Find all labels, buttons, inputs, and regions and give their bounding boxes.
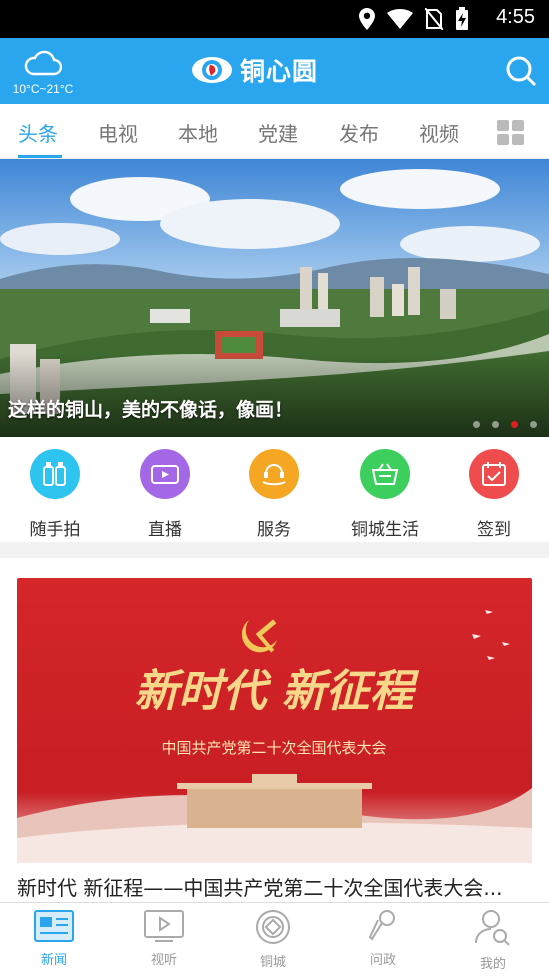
app-header: 10°C~21°C 铜心圆 <box>0 38 549 104</box>
carousel-dot-active[interactable] <box>511 421 518 428</box>
quick-action-service[interactable]: 服务 <box>229 449 319 540</box>
quick-action-label: 直播 <box>148 520 182 540</box>
party-congress-poster: 新时代 新征程 中国共产党第二十次全国代表大会 <box>17 578 532 863</box>
quick-action-snapshot[interactable]: 随手拍 <box>10 449 100 540</box>
status-bar: 4:55 <box>0 0 549 38</box>
nav-label: 视听 <box>150 953 177 968</box>
tab-headlines[interactable]: 头条 <box>18 118 58 147</box>
calendar-check-icon <box>469 449 519 499</box>
nav-media[interactable]: 视听 <box>124 909 204 968</box>
poster-headline: 新时代 新征程 <box>134 666 419 717</box>
quick-action-label: 随手拍 <box>29 520 81 540</box>
section-divider <box>0 542 549 558</box>
channel-grid-icon[interactable] <box>497 120 525 146</box>
user-search-icon <box>475 910 510 946</box>
bottles-icon <box>30 449 80 499</box>
newspaper-icon <box>34 910 74 942</box>
battery-charging-icon <box>456 7 468 30</box>
search-icon <box>506 56 537 87</box>
tab-local[interactable]: 本地 <box>178 118 218 147</box>
nav-inquiry[interactable]: 问政 <box>343 909 423 968</box>
tab-party[interactable]: 党建 <box>258 118 298 147</box>
location-icon <box>359 8 375 30</box>
poster-subtitle: 中国共产党第二十次全国代表大会 <box>161 739 386 757</box>
quick-action-label: 签到 <box>477 520 511 540</box>
tab-release[interactable]: 发布 <box>339 118 379 147</box>
nav-label: 铜城 <box>259 955 286 970</box>
service-headset-icon <box>249 449 299 499</box>
category-tabs: 头条 电视 本地 党建 发布 视频 <box>0 104 549 159</box>
video-camera-icon <box>140 449 190 499</box>
shopping-basket-icon <box>360 449 410 499</box>
banner-caption: 这样的铜山，美的不像话，像画！ <box>8 399 294 421</box>
wifi-icon <box>387 9 413 29</box>
search-button[interactable] <box>505 55 537 91</box>
hero-banner[interactable]: 这样的铜山，美的不像话，像画！ <box>0 159 549 437</box>
quick-action-live[interactable]: 直播 <box>120 449 210 540</box>
app-name: 铜心圆 <box>240 57 319 86</box>
nav-news[interactable]: 新闻 <box>14 909 94 968</box>
no-sim-icon <box>425 8 443 30</box>
eye-logo-icon <box>192 57 232 83</box>
quick-actions: 随手拍 直播 服务 铜城生活 签到 <box>0 437 549 542</box>
nav-city[interactable]: 铜城 <box>233 909 313 970</box>
quick-action-checkin[interactable]: 签到 <box>449 449 539 540</box>
featured-article-image[interactable]: 新时代 新征程 中国共产党第二十次全国代表大会 <box>17 578 532 863</box>
featured-article-title[interactable]: 新时代 新征程——中国共产党第二十次全国代表大会... <box>17 872 532 901</box>
weather-widget[interactable]: 10°C~21°C <box>6 50 80 96</box>
nav-mine[interactable]: 我的 <box>453 909 533 972</box>
carousel-dot[interactable] <box>530 421 537 428</box>
status-time: 4:55 <box>496 6 535 28</box>
app-logo: 铜心圆 <box>190 52 318 88</box>
tab-video[interactable]: 视频 <box>419 118 459 147</box>
quick-action-label: 铜城生活 <box>351 520 419 540</box>
microphone-icon <box>368 910 395 941</box>
carousel-dot[interactable] <box>473 421 480 428</box>
carousel-dot[interactable] <box>492 421 499 428</box>
nav-label: 新闻 <box>40 953 67 968</box>
quick-action-city-life[interactable]: 铜城生活 <box>340 449 430 540</box>
nav-label: 我的 <box>479 957 506 972</box>
coin-city-icon <box>256 910 290 944</box>
cloud-icon <box>24 50 63 76</box>
weather-temp: 10°C~21°C <box>12 82 74 96</box>
play-screen-icon <box>144 910 184 942</box>
quick-action-label: 服务 <box>257 520 291 540</box>
nav-label: 问政 <box>369 953 396 968</box>
carousel-dots <box>473 421 537 428</box>
active-tab-indicator <box>18 155 62 158</box>
bottom-navigation: 新闻 视听 铜城 问政 我的 <box>0 902 549 976</box>
tab-tv[interactable]: 电视 <box>98 118 138 147</box>
status-icons <box>359 7 469 31</box>
